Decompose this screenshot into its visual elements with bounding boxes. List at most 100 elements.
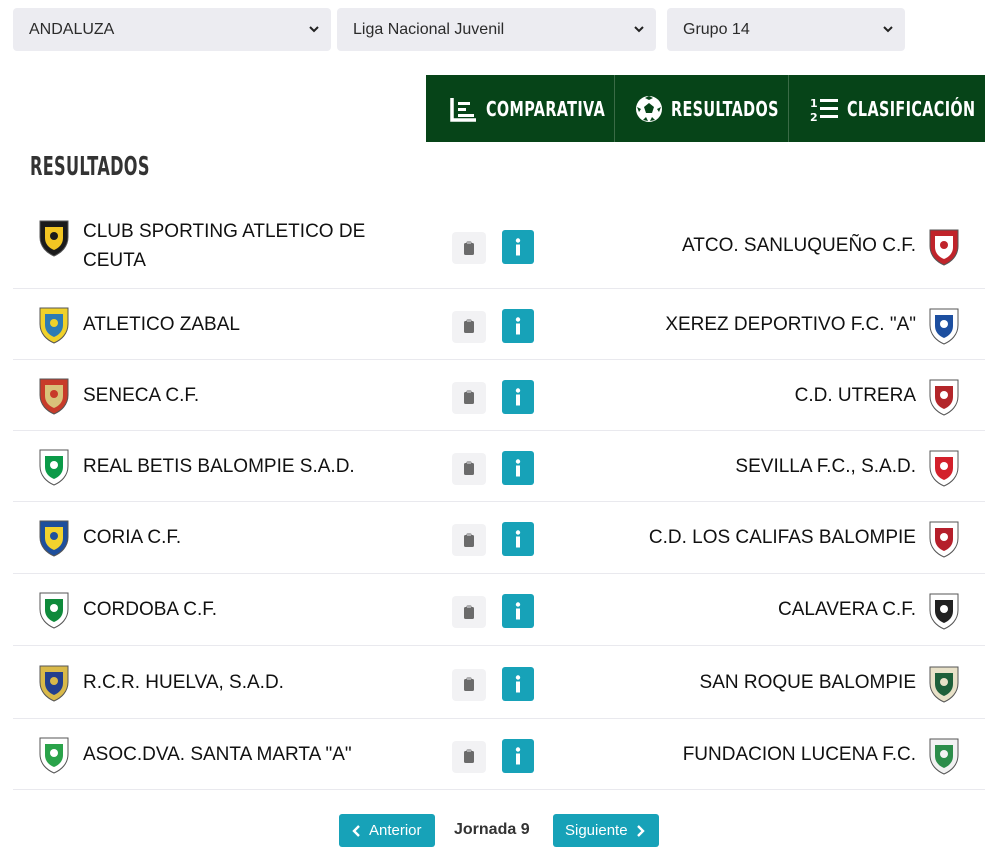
previous-button[interactable]: Anterior xyxy=(339,814,435,847)
match-report-button[interactable] xyxy=(452,232,486,264)
away-team-crest-icon xyxy=(929,229,959,266)
away-team-crest-icon xyxy=(929,379,959,416)
chevron-right-icon xyxy=(636,824,645,837)
match-info-button[interactable] xyxy=(502,308,534,343)
match-report-button[interactable] xyxy=(452,310,486,343)
info-icon xyxy=(515,530,521,548)
away-team-name[interactable]: SEVILLA F.C., S.A.D. xyxy=(735,452,916,481)
results-list: CLUB SPORTING ATLETICO DE CEUTA ATCO. SAN… xyxy=(13,203,985,790)
next-button[interactable]: Siguiente xyxy=(553,814,659,847)
home-team-name[interactable]: CLUB SPORTING ATLETICO DE CEUTA xyxy=(83,217,393,275)
home-team-name[interactable]: SENECA C.F. xyxy=(83,381,393,410)
away-team-crest-icon xyxy=(929,666,959,703)
tab-clasificacion-label: CLASIFICACIÓN xyxy=(847,96,976,121)
away-team-crest-icon xyxy=(929,521,959,558)
match-report-button[interactable] xyxy=(452,740,486,773)
competition-select[interactable]: Liga Nacional Juvenil xyxy=(337,8,656,51)
svg-text:1: 1 xyxy=(810,97,818,110)
home-team-crest-icon xyxy=(39,665,69,702)
info-icon xyxy=(515,387,521,405)
match-info-button[interactable] xyxy=(502,450,534,485)
match-report-button[interactable] xyxy=(452,381,486,414)
match-report-button[interactable] xyxy=(452,524,486,556)
info-icon xyxy=(515,674,521,692)
away-team-crest-icon xyxy=(929,450,959,487)
home-team-crest-icon xyxy=(39,220,69,257)
home-team-name[interactable]: REAL BETIS BALOMPIE S.A.D. xyxy=(83,452,393,481)
away-team-name[interactable]: C.D. LOS CALIFAS BALOMPIE xyxy=(649,523,916,552)
match-row: CLUB SPORTING ATLETICO DE CEUTA ATCO. SAN… xyxy=(13,203,985,289)
chevron-down-icon xyxy=(634,26,644,33)
section-title: RESULTADOS xyxy=(30,152,150,182)
bar-chart-icon xyxy=(449,97,476,122)
group-select[interactable]: Grupo 14 xyxy=(667,8,905,51)
away-team-name[interactable]: CALAVERA C.F. xyxy=(778,595,916,624)
away-team-name[interactable]: XEREZ DEPORTIVO F.C. "A" xyxy=(665,310,916,339)
tab-comparativa-label: COMPARATIVA xyxy=(485,96,605,121)
current-round: Jornada 9 xyxy=(454,821,530,838)
match-row: REAL BETIS BALOMPIE S.A.D. SEVILLA F.C., … xyxy=(13,431,985,502)
away-team-name[interactable]: SAN ROQUE BALOMPIE xyxy=(700,668,916,697)
match-info-button[interactable] xyxy=(502,230,534,264)
info-icon xyxy=(515,746,521,764)
section-tabs: COMPARATIVA RESULTADOS 1 2 CLASIFICACIÓN xyxy=(426,75,985,142)
clipboard-icon xyxy=(464,533,474,547)
chevron-down-icon xyxy=(309,26,319,33)
info-icon xyxy=(515,458,521,476)
tab-comparativa[interactable]: COMPARATIVA xyxy=(426,75,614,142)
clipboard-icon xyxy=(464,241,474,255)
tab-clasificacion[interactable]: 1 2 CLASIFICACIÓN xyxy=(788,75,985,142)
tab-resultados[interactable]: RESULTADOS xyxy=(614,75,788,142)
match-info-button[interactable] xyxy=(502,522,534,556)
match-report-button[interactable] xyxy=(452,452,486,485)
home-team-crest-icon xyxy=(39,307,69,344)
soccer-ball-icon xyxy=(635,95,662,122)
match-report-button[interactable] xyxy=(452,668,486,701)
match-row: SENECA C.F. C.D. UTRERA xyxy=(13,360,985,431)
home-team-name[interactable]: ASOC.DVA. SANTA MARTA "A" xyxy=(83,740,393,769)
chevron-down-icon xyxy=(883,26,893,33)
info-icon xyxy=(515,316,521,334)
home-team-crest-icon xyxy=(39,592,69,629)
match-info-button[interactable] xyxy=(502,594,534,628)
competition-select-value: Liga Nacional Juvenil xyxy=(353,20,505,38)
home-team-crest-icon xyxy=(39,449,69,486)
next-button-label: Siguiente xyxy=(565,822,628,839)
away-team-name[interactable]: ATCO. SANLUQUEÑO C.F. xyxy=(682,231,916,260)
away-team-name[interactable]: C.D. UTRERA xyxy=(795,381,916,410)
match-row: CORDOBA C.F. CALAVERA C.F. xyxy=(13,574,985,646)
home-team-name[interactable]: ATLETICO ZABAL xyxy=(83,310,393,339)
match-info-button[interactable] xyxy=(502,379,534,414)
away-team-crest-icon xyxy=(929,738,959,775)
clipboard-icon xyxy=(464,461,474,475)
away-team-crest-icon xyxy=(929,308,959,345)
match-report-button[interactable] xyxy=(452,596,486,628)
clipboard-icon xyxy=(464,677,474,691)
match-row: R.C.R. HUELVA, S.A.D. SAN ROQUE BALOMPIE xyxy=(13,646,985,719)
away-team-name[interactable]: FUNDACION LUCENA F.C. xyxy=(683,740,916,769)
clipboard-icon xyxy=(464,749,474,763)
home-team-name[interactable]: CORIA C.F. xyxy=(83,523,393,552)
home-team-name[interactable]: R.C.R. HUELVA, S.A.D. xyxy=(83,668,393,697)
clipboard-icon xyxy=(464,319,474,333)
previous-button-label: Anterior xyxy=(369,822,422,839)
group-select-value: Grupo 14 xyxy=(683,20,750,38)
clipboard-icon xyxy=(464,390,474,404)
match-info-button[interactable] xyxy=(502,666,534,701)
svg-text:2: 2 xyxy=(810,111,818,123)
info-icon xyxy=(515,238,521,256)
info-icon xyxy=(515,602,521,620)
pagination: Anterior Jornada 9 Siguiente xyxy=(0,814,990,847)
away-team-crest-icon xyxy=(929,593,959,630)
clipboard-icon xyxy=(464,605,474,619)
match-row: ATLETICO ZABAL XEREZ DEPORTIVO F.C. "A" xyxy=(13,289,985,360)
region-select[interactable]: ANDALUZA xyxy=(13,8,331,51)
home-team-crest-icon xyxy=(39,520,69,557)
ranking-list-icon: 1 2 xyxy=(810,97,838,123)
match-row: ASOC.DVA. SANTA MARTA "A" FUNDACION LUCEN… xyxy=(13,719,985,790)
home-team-name[interactable]: CORDOBA C.F. xyxy=(83,595,393,624)
match-row: CORIA C.F. C.D. LOS CALIFAS BALOMPIE xyxy=(13,502,985,574)
home-team-crest-icon xyxy=(39,378,69,415)
match-info-button[interactable] xyxy=(502,738,534,773)
home-team-crest-icon xyxy=(39,737,69,774)
